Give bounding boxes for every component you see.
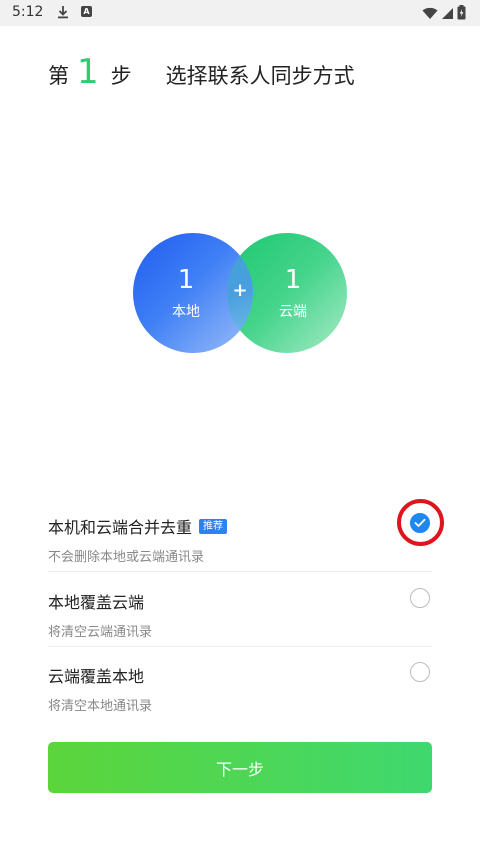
radio-cloud-overwrite-local[interactable] bbox=[410, 662, 430, 682]
option-description: 将清空本地通讯录 bbox=[48, 699, 153, 714]
option-title: 本地覆盖云端 bbox=[48, 593, 145, 612]
plus-icon: + bbox=[232, 280, 248, 301]
local-count: 1 bbox=[177, 265, 195, 295]
option-title: 云端覆盖本地 bbox=[48, 667, 145, 686]
status-time: 5:12 bbox=[12, 4, 44, 20]
step-number: 1 bbox=[77, 52, 99, 92]
option-merge-dedupe[interactable]: 本机和云端合并去重 推荐 不会删除本地或云端通讯录 bbox=[48, 514, 432, 565]
divider bbox=[48, 646, 432, 647]
step-prefix: 第 bbox=[48, 64, 69, 88]
cloud-count: 1 bbox=[284, 265, 302, 295]
battery-icon bbox=[457, 5, 466, 24]
option-description: 不会删除本地或云端通讯录 bbox=[48, 550, 205, 565]
sync-venn-diagram: 1 本地 1 云端 + bbox=[133, 233, 347, 355]
local-label: 本地 bbox=[172, 304, 200, 320]
recommended-badge: 推荐 bbox=[199, 518, 228, 534]
option-description: 将清空云端通讯录 bbox=[48, 625, 153, 640]
status-bar: 5:12 A bbox=[0, 0, 480, 26]
option-local-overwrite-cloud[interactable]: 本地覆盖云端 将清空云端通讯录 bbox=[48, 589, 432, 640]
wifi-icon bbox=[422, 5, 438, 24]
step-suffix: 步 bbox=[110, 64, 132, 88]
highlight-ring bbox=[397, 499, 444, 546]
signal-icon bbox=[441, 5, 454, 24]
step-header: 第 1 步 选择联系人同步方式 bbox=[48, 52, 355, 96]
download-icon bbox=[57, 4, 69, 23]
divider bbox=[48, 571, 432, 572]
next-button[interactable]: 下一步 bbox=[48, 742, 432, 793]
option-title: 本机和云端合并去重 bbox=[48, 518, 193, 537]
radio-local-overwrite-cloud[interactable] bbox=[410, 588, 430, 608]
app-icon: A bbox=[81, 6, 92, 17]
cloud-label: 云端 bbox=[279, 304, 307, 320]
option-cloud-overwrite-local[interactable]: 云端覆盖本地 将清空本地通讯录 bbox=[48, 663, 432, 714]
page-title: 选择联系人同步方式 bbox=[165, 64, 355, 88]
